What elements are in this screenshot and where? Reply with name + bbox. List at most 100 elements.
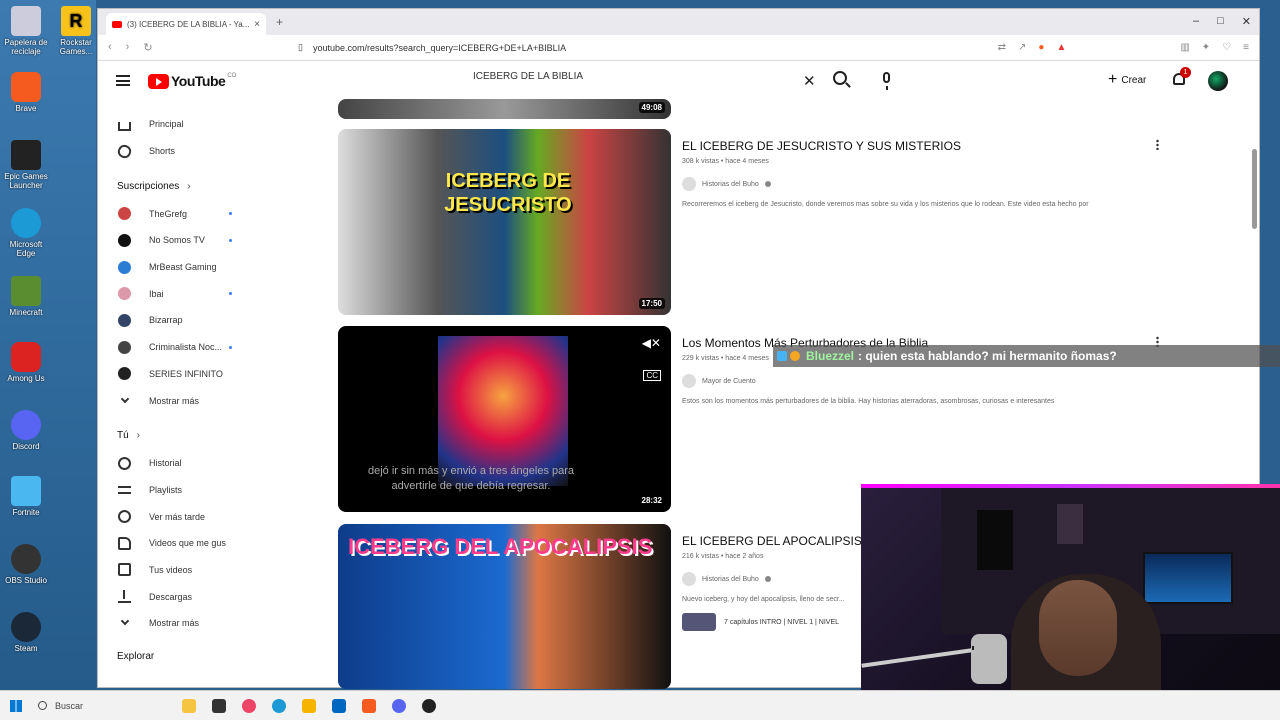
store-icon[interactable] [332,698,346,713]
sidebar-item-principal[interactable]: Principal [98,111,258,138]
sidebar-channel[interactable]: Ibai [98,280,258,307]
channel-avatar [682,572,696,586]
new-tab-icon[interactable]: + [276,15,283,29]
desktop-icon-obs[interactable]: OBS Studio [2,544,50,585]
video-thumbnail[interactable]: ICEBERG DEL APOCALIPSIS [338,524,671,689]
desktop: Papelera de reciclaje Brave Epic Games L… [0,0,96,690]
close-window-icon[interactable]: ✕ [1242,15,1251,28]
discord-taskbar-icon[interactable] [392,698,406,713]
scrollbar[interactable] [1252,149,1257,229]
sidebar-item-history[interactable]: Historial [98,450,258,477]
sidebar-item-shorts[interactable]: Shorts [98,138,258,165]
desktop-icon-recycle-bin[interactable]: Papelera de reciclaje [2,6,50,56]
obs-taskbar-icon[interactable] [422,698,436,713]
sidebar-channel[interactable]: Criminalista Noc... [98,334,258,361]
extensions-icon[interactable]: ✦ [1202,42,1210,53]
file-explorer-icon[interactable] [302,698,316,713]
captions-icon[interactable]: CC [643,370,661,381]
microphone-icon[interactable] [883,72,890,90]
chat-text: : quien esta hablando? mi hermanito ñoma… [858,349,1117,363]
chevron-down-icon [120,394,130,403]
channel-avatar [118,207,131,221]
menu-icon[interactable]: ≡ [1243,42,1249,53]
desktop-icon-discord[interactable]: Discord [2,410,50,451]
tab-close-icon[interactable]: × [254,19,260,30]
forward-icon[interactable]: › [126,41,130,54]
youtube-logo[interactable]: YouTube CO [148,73,236,89]
maximize-icon[interactable]: □ [1217,15,1224,28]
you-header[interactable]: Tú › [98,422,258,450]
mute-icon[interactable]: ◀✕ [642,336,661,350]
webcam-overlay [861,484,1280,720]
sidebar-item-your-videos[interactable]: Tus videos [98,557,258,584]
chat-badge-icon [777,351,787,361]
subscriptions-header[interactable]: Suscripciones › [98,172,258,200]
widgets-icon[interactable] [182,698,196,713]
video-channel[interactable]: Historias del Buho [682,177,1162,191]
back-icon[interactable]: ‹ [108,41,112,54]
copilot-icon[interactable] [242,698,256,713]
sidebar-channel[interactable]: TheGrefg [98,200,258,227]
sidebar-channel[interactable]: SERIES INFINITO [98,361,258,388]
sidebar-item-watch-later[interactable]: Ver más tarde [98,503,258,530]
sidebar-toggle-icon[interactable]: ▥ [1180,42,1189,53]
sidebar-channel[interactable]: MrBeast Gaming [98,254,258,281]
minimize-icon[interactable]: – [1193,15,1199,28]
taskbar-search[interactable]: Buscar [38,701,168,711]
channel-avatar [118,287,131,301]
desktop-icon-amongus[interactable]: Among Us [2,342,50,383]
wallet-icon[interactable]: ♡ [1222,42,1231,53]
clear-search-icon[interactable]: ✕ [803,72,816,90]
sidebar-channel[interactable]: Bizarrap [98,307,258,334]
task-view-icon[interactable] [212,698,226,713]
search-input[interactable]: ICEBERG DE LA BIBLIA [473,71,733,82]
sidebar-item-downloads[interactable]: Descargas [98,583,258,610]
webcam-microphone [971,634,1007,684]
url-field[interactable]: youtube.com/results?search_query=ICEBERG… [313,43,566,53]
tab-bar: (3) ICEBERG DE LA BIBLIA - Ya... × + – □… [98,9,1259,35]
sidebar-item-liked[interactable]: Videos que me gus [98,530,258,557]
show-more-subscriptions[interactable]: Mostrar más [98,387,258,414]
webcam-face [1039,580,1117,676]
edge-taskbar-icon[interactable] [272,698,286,713]
desktop-icon-fortnite[interactable]: Fortnite [2,476,50,517]
youtube-favicon-icon [112,20,122,28]
desktop-icon-steam[interactable]: Steam [2,612,50,653]
rewards-icon[interactable]: ▲ [1056,42,1066,53]
fortnite-icon [11,476,41,506]
more-options-icon[interactable] [1156,139,1159,150]
brave-taskbar-icon[interactable] [362,698,376,713]
browser-tab[interactable]: (3) ICEBERG DE LA BIBLIA - Ya... × [106,13,266,35]
clock-icon [118,510,131,524]
search-icon[interactable] [833,71,847,85]
taskbar: Buscar [0,690,1280,720]
desktop-icon-minecraft[interactable]: Minecraft [2,276,50,317]
bookmark-icon[interactable]: ▯ [298,42,303,53]
create-button[interactable]: + Crear [1108,72,1146,88]
share-icon[interactable]: ↗ [1018,42,1026,53]
new-content-dot [229,345,232,349]
desktop-icon-epic[interactable]: Epic Games Launcher [2,140,50,190]
translate-icon[interactable]: ⇄ [998,42,1006,53]
video-channel[interactable]: Mayor de Cuento [682,374,1162,388]
chevron-right-icon: › [136,430,141,442]
notification-badge: 1 [1180,67,1191,78]
desktop-icon-edge[interactable]: Microsoft Edge [2,208,50,258]
playlist-icon [118,485,131,494]
sidebar-channel[interactable]: No Somos TV [98,227,258,254]
windows-start-icon[interactable] [10,699,22,712]
desktop-icon-brave[interactable]: Brave [2,72,50,113]
verified-icon [764,181,771,187]
hamburger-menu-icon[interactable] [116,75,130,86]
video-thumbnail[interactable]: 49:08 [338,99,671,119]
video-thumbnail[interactable]: dejó ir sin más y envió a tres ángeles p… [338,326,671,512]
new-content-dot [229,212,232,216]
reload-icon[interactable]: ↻ [143,41,152,54]
video-title[interactable]: EL ICEBERG DE JESUCRISTO Y SUS MISTERIOS [682,139,1162,153]
desktop-icon-rockstar[interactable]: R Rockstar Games... [58,6,94,56]
sidebar-item-show-more[interactable]: Mostrar más [98,610,258,637]
brave-shield-icon[interactable]: ● [1038,42,1044,53]
sidebar-item-playlists[interactable]: Playlists [98,477,258,504]
video-thumbnail[interactable]: ICEBERG DE JESUCRISTO 17:50 [338,129,671,315]
account-avatar[interactable] [1208,71,1228,91]
